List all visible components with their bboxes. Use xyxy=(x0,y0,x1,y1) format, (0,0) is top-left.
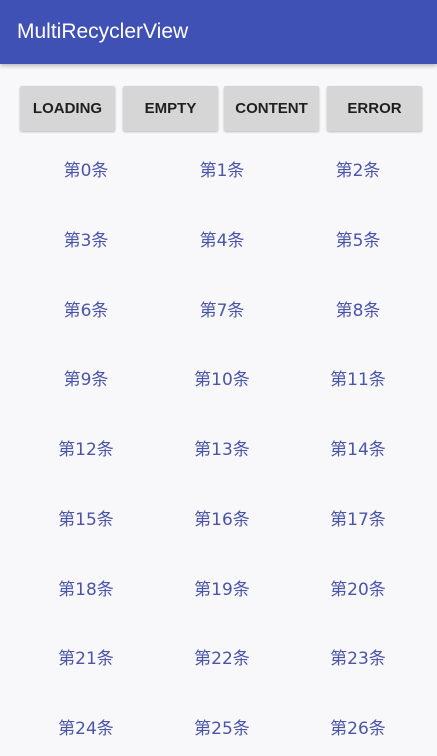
grid-item[interactable]: 第22条 xyxy=(154,625,290,695)
grid-item[interactable]: 第18条 xyxy=(18,556,154,626)
grid-item[interactable]: 第17条 xyxy=(290,486,426,556)
grid-item[interactable]: 第14条 xyxy=(290,416,426,486)
grid-item[interactable]: 第21条 xyxy=(18,625,154,695)
grid-row: 第15条 第16条 第17条 xyxy=(0,486,437,556)
grid-item[interactable]: 第8条 xyxy=(290,277,426,347)
app-title: MultiRecyclerView xyxy=(17,20,189,43)
content-button[interactable]: CONTENT xyxy=(224,86,319,131)
grid-item[interactable]: 第16条 xyxy=(154,486,290,556)
grid-row: 第3条 第4条 第5条 xyxy=(0,207,437,277)
grid-row: 第21条 第22条 第23条 xyxy=(0,625,437,695)
grid-item[interactable]: 第3条 xyxy=(18,207,154,277)
error-button[interactable]: ERROR xyxy=(327,86,422,131)
grid-item[interactable]: 第10条 xyxy=(154,346,290,416)
grid-item[interactable]: 第0条 xyxy=(18,137,154,207)
grid-row: 第9条 第10条 第11条 xyxy=(0,346,437,416)
app-screen: MultiRecyclerView LOADING EMPTY CONTENT … xyxy=(0,0,437,756)
grid-item[interactable]: 第6条 xyxy=(18,277,154,347)
grid-item[interactable]: 第20条 xyxy=(290,556,426,626)
grid-item[interactable]: 第5条 xyxy=(290,207,426,277)
grid-item[interactable]: 第26条 xyxy=(290,695,426,756)
grid-item[interactable]: 第4条 xyxy=(154,207,290,277)
grid-row: 第18条 第19条 第20条 xyxy=(0,556,437,626)
grid-item[interactable]: 第12条 xyxy=(18,416,154,486)
grid-row: 第0条 第1条 第2条 xyxy=(0,137,437,207)
grid-row: 第24条 第25条 第26条 xyxy=(0,695,437,756)
recycler-grid[interactable]: 第0条 第1条 第2条 第3条 第4条 第5条 第6条 第7条 第8条 第9条 … xyxy=(0,137,437,756)
grid-item[interactable]: 第1条 xyxy=(154,137,290,207)
grid-row: 第6条 第7条 第8条 xyxy=(0,277,437,347)
grid-item[interactable]: 第23条 xyxy=(290,625,426,695)
grid-item[interactable]: 第13条 xyxy=(154,416,290,486)
grid-item[interactable]: 第19条 xyxy=(154,556,290,626)
grid-item[interactable]: 第2条 xyxy=(290,137,426,207)
loading-button[interactable]: LOADING xyxy=(20,86,115,131)
grid-item[interactable]: 第25条 xyxy=(154,695,290,756)
grid-item[interactable]: 第24条 xyxy=(18,695,154,756)
grid-item[interactable]: 第9条 xyxy=(18,346,154,416)
state-button-row: LOADING EMPTY CONTENT ERROR xyxy=(0,86,437,132)
grid-item[interactable]: 第7条 xyxy=(154,277,290,347)
grid-item[interactable]: 第15条 xyxy=(18,486,154,556)
app-bar: MultiRecyclerView xyxy=(0,0,437,64)
grid-row: 第12条 第13条 第14条 xyxy=(0,416,437,486)
empty-button[interactable]: EMPTY xyxy=(123,86,218,131)
grid-item[interactable]: 第11条 xyxy=(290,346,426,416)
